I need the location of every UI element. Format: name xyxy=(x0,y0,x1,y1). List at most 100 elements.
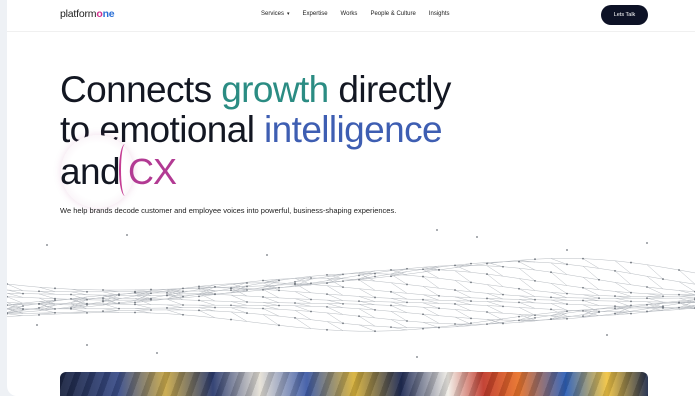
wave-link xyxy=(518,261,536,271)
wave-dot xyxy=(486,311,488,313)
nav-item-services[interactable]: Services ▾ xyxy=(261,11,290,17)
wave-link xyxy=(518,307,536,316)
wave-dot xyxy=(374,330,376,333)
wave-dot xyxy=(678,293,680,296)
wave-dot xyxy=(454,323,456,325)
wave-link xyxy=(646,296,664,299)
wave-dot xyxy=(182,295,184,298)
wave-dot xyxy=(534,258,536,261)
wave-dot xyxy=(486,273,488,275)
wave-dot xyxy=(598,278,600,281)
wave-dot xyxy=(422,298,424,301)
wave-speck xyxy=(36,324,38,326)
wave-dot xyxy=(438,326,440,329)
wave-dot xyxy=(262,307,264,310)
wave-dot xyxy=(550,308,552,311)
wave-dot xyxy=(614,305,616,308)
nav-item-expertise[interactable]: Expertise xyxy=(303,11,328,17)
wave-dot xyxy=(390,304,392,307)
nav-item-works[interactable]: Works xyxy=(341,11,358,17)
wave-dot xyxy=(310,310,312,313)
page-frame: platformone Services ▾ Expertise Works Pe… xyxy=(7,0,695,396)
wave-dot xyxy=(230,289,232,292)
wave-dot xyxy=(342,302,344,305)
wave-dot xyxy=(646,303,648,306)
wave-dot xyxy=(550,318,552,320)
wave-dot xyxy=(86,290,88,293)
wave-link xyxy=(486,284,504,295)
wave-link xyxy=(134,308,152,311)
wave-dot xyxy=(614,295,616,297)
wave-dot xyxy=(630,304,632,307)
wave-dot xyxy=(374,296,376,299)
wave-dot xyxy=(326,274,328,276)
wave-dot xyxy=(550,271,552,274)
wave-dot xyxy=(38,314,40,316)
wave-dot xyxy=(630,291,632,294)
wave-dot xyxy=(342,280,344,283)
headline-highlight-cx: CX xyxy=(128,151,177,192)
wave-dot xyxy=(182,290,184,293)
wave-dot xyxy=(374,275,376,278)
wave-dot xyxy=(7,283,8,285)
wave-dot xyxy=(582,286,584,289)
wave-dot xyxy=(502,293,504,296)
wave-dot xyxy=(150,292,152,295)
logo[interactable]: platformone xyxy=(60,8,115,20)
wave-dot xyxy=(102,300,104,303)
wave-dot xyxy=(198,309,200,312)
wave-dot xyxy=(198,287,200,290)
wave-dot xyxy=(166,294,168,297)
main-menu: Services ▾ Expertise Works People & Cultu… xyxy=(261,11,450,17)
wave-dot xyxy=(342,286,344,289)
wave-speck xyxy=(436,229,438,231)
lets-talk-button[interactable]: Lets Talk xyxy=(601,5,648,25)
wave-dot xyxy=(678,269,680,271)
wave-dot xyxy=(662,295,664,298)
wave-link xyxy=(102,303,120,309)
wave-dot xyxy=(22,292,24,295)
wave-dot xyxy=(630,312,632,315)
headline-and: and xyxy=(60,151,121,192)
wave-link xyxy=(454,289,472,298)
wave-dot xyxy=(7,295,8,298)
wave-speck xyxy=(606,334,608,336)
wave-dot xyxy=(614,269,616,272)
headline-highlight-intelligence: intelligence xyxy=(264,109,443,150)
wave-dot xyxy=(502,305,504,308)
wave-dot xyxy=(54,299,56,302)
wave-dot xyxy=(246,301,248,303)
wave-dot xyxy=(534,314,536,317)
wave-dot xyxy=(406,320,408,322)
wave-dot xyxy=(630,261,632,264)
wave-dot xyxy=(118,307,120,310)
hero-headline: Connects growth directly to emotional in… xyxy=(60,70,520,150)
wave-line xyxy=(7,277,695,310)
wave-dot xyxy=(582,299,584,302)
wave-speck xyxy=(476,236,478,238)
headline-text: directly xyxy=(328,69,451,110)
wave-dot xyxy=(454,264,456,267)
wave-dot xyxy=(262,288,264,291)
wave-dot xyxy=(246,285,248,288)
wave-dot xyxy=(70,307,72,310)
wave-dot xyxy=(534,316,536,319)
wave-speck xyxy=(566,249,568,251)
wave-dot xyxy=(134,311,136,314)
wave-dot xyxy=(390,290,392,293)
wave-dot xyxy=(182,313,184,316)
wave-dot xyxy=(422,327,424,330)
wave-link xyxy=(134,304,152,309)
wave-link xyxy=(262,289,280,299)
nav-item-people-culture[interactable]: People & Culture xyxy=(370,11,415,17)
wave-dot xyxy=(294,317,296,319)
hero-subtitle: We help brands decode customer and emplo… xyxy=(60,206,397,215)
wave-dot xyxy=(326,305,328,308)
wave-dot xyxy=(518,301,520,304)
wave-dot xyxy=(326,328,328,331)
nav-item-insights[interactable]: Insights xyxy=(429,11,450,17)
wave-dot xyxy=(550,296,552,299)
wave-link xyxy=(518,278,536,291)
wave-dot xyxy=(518,287,520,290)
wave-dot xyxy=(470,262,472,265)
